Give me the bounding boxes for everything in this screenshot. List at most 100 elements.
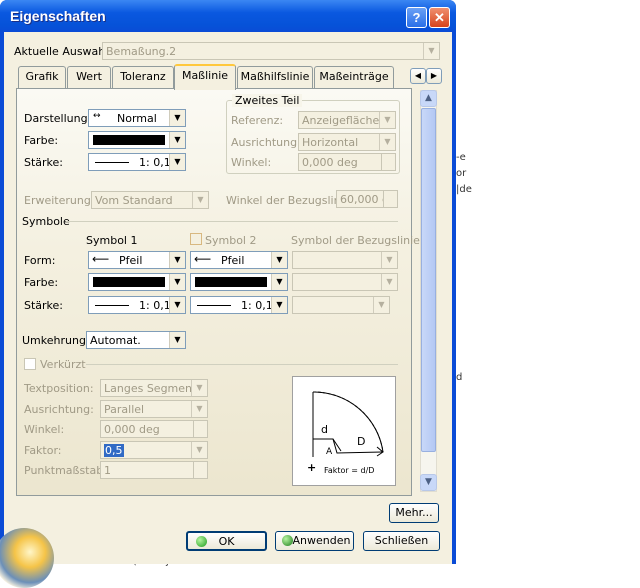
chevron-down-icon: ▼ xyxy=(381,274,397,290)
punktmassstab-input: 1 xyxy=(100,461,208,479)
ok-button[interactable]: OK xyxy=(186,531,267,551)
verkuerzt-ausrichtung-label: Ausrichtung: xyxy=(24,403,94,416)
background-text: d xyxy=(456,372,463,383)
ausrichtung-label: Ausrichtung: xyxy=(231,136,301,149)
darstellung-combo[interactable]: ↔ Normal ▼ xyxy=(88,109,186,127)
umkehrung-value: Automat. xyxy=(90,334,141,347)
form2-combo[interactable]: ⟵ Pfeil ▼ xyxy=(190,251,288,269)
line-thickness-icon xyxy=(95,162,129,163)
arrow-icon: ⟵ xyxy=(194,252,212,266)
close-button[interactable]: Schließen xyxy=(363,531,440,551)
farbe2-combo[interactable]: ▼ xyxy=(190,273,288,291)
foreshortening-diagram: d A D + Faktor = d/D xyxy=(292,376,396,486)
diagram-D-label: D xyxy=(357,435,366,448)
form1-combo[interactable]: ⟵ Pfeil ▼ xyxy=(88,251,186,269)
selection-value: Bemaßung.2 xyxy=(106,45,177,58)
farbe-combo[interactable]: ▼ xyxy=(88,131,186,149)
chevron-down-icon: ▼ xyxy=(379,112,395,128)
chevron-down-icon: ▼ xyxy=(191,380,207,396)
staerke2-combo[interactable]: 1: 0,1 ▼ xyxy=(190,296,288,314)
punktmassstab-label: Punktmaßstab: xyxy=(24,464,107,477)
faktor-label: Faktor: xyxy=(24,444,62,457)
chevron-down-icon: ▼ xyxy=(169,297,185,313)
symbol-farbe-label: Farbe: xyxy=(24,276,59,289)
tab-masslinie[interactable]: Maßlinie xyxy=(174,64,236,90)
divider xyxy=(86,364,398,365)
close-window-button[interactable]: ✕ xyxy=(429,7,450,28)
green-light-icon xyxy=(196,536,207,547)
verkuerzt-checkbox[interactable] xyxy=(24,358,36,370)
bezugslinie-label: Winkel der Bezugslinie: xyxy=(226,194,355,207)
farbe-label: Farbe: xyxy=(24,134,59,147)
tab-wert[interactable]: Wert xyxy=(67,66,111,88)
tab-masseintraege[interactable]: Maßeinträge xyxy=(314,66,394,88)
line-thickness-icon xyxy=(197,305,231,306)
farbe1-combo[interactable]: ▼ xyxy=(88,273,186,291)
textposition-label: Textposition: xyxy=(24,382,94,395)
symbol-staerke-label: Stärke: xyxy=(24,299,64,312)
verkuerzt-ausrichtung-value: Parallel xyxy=(104,403,145,416)
help-button[interactable]: ? xyxy=(406,7,427,28)
chevron-down-icon: ▼ xyxy=(381,252,397,268)
tab-masshilfslinie[interactable]: Maßhilfslinie xyxy=(237,66,313,88)
darstellung-value: Normal xyxy=(117,112,157,125)
umkehrung-combo[interactable]: Automat. ▼ xyxy=(86,331,186,349)
background-text: or xyxy=(456,168,467,179)
symbole-title: Symbole xyxy=(22,215,70,228)
divider xyxy=(66,221,398,222)
color-swatch xyxy=(195,277,267,287)
spinner-icon xyxy=(193,421,207,437)
scroll-up-button[interactable]: ▲ xyxy=(420,90,437,107)
tab-grafik[interactable]: Grafik xyxy=(18,66,66,88)
selection-combo: Bemaßung.2 ▼ xyxy=(102,42,440,60)
erweiterung-combo: Vom Standard ▼ xyxy=(91,191,209,209)
green-light-icon xyxy=(282,535,293,546)
form2-value: Pfeil xyxy=(221,254,245,267)
staerke3-combo: ▼ xyxy=(292,296,390,314)
apply-button[interactable]: Anwenden xyxy=(275,531,354,551)
staerke-label: Stärke: xyxy=(24,156,64,169)
color-swatch xyxy=(93,135,165,145)
scroll-down-button[interactable]: ▼ xyxy=(420,474,437,491)
chevron-down-icon: ▼ xyxy=(379,134,395,150)
verkuerzt-winkel-value: 0,000 deg xyxy=(104,423,160,436)
tab-scroll-left-button[interactable]: ◀ xyxy=(410,68,426,84)
ausrichtung-combo: Horizontal ▼ xyxy=(298,133,396,151)
chevron-down-icon: ▼ xyxy=(423,43,439,59)
window-title: Eigenschaften xyxy=(10,8,106,24)
verkuerzt-winkel-input: 0,000 deg xyxy=(100,420,208,438)
dimension-line-icon: ↔ xyxy=(93,111,101,121)
chevron-down-icon: ▼ xyxy=(169,110,185,126)
chevron-down-icon: ▼ xyxy=(169,274,185,290)
verkuerzt-winkel-label: Winkel: xyxy=(24,423,65,436)
chevron-down-icon: ▼ xyxy=(271,274,287,290)
symbol2-checkbox xyxy=(190,233,202,245)
form3-combo: ▼ xyxy=(292,251,398,269)
chevron-down-icon: ▼ xyxy=(191,442,207,458)
staerke-value: 1: 0,1 xyxy=(139,156,171,169)
verkuerzt-ausrichtung-combo: Parallel ▼ xyxy=(100,400,208,418)
bezugslinie-value: 60,000 d xyxy=(340,193,389,206)
referenz-combo: Anzeigefläche ▼ xyxy=(298,111,396,129)
zweites-teil-title: Zweites Teil xyxy=(232,94,303,107)
tab-scroll-right-button[interactable]: ▶ xyxy=(426,68,442,84)
tab-toleranz[interactable]: Toleranz xyxy=(112,66,174,88)
diagram-a-label: A xyxy=(326,447,333,457)
form1-value: Pfeil xyxy=(119,254,143,267)
staerke-combo[interactable]: 1: 0,1 ▼ xyxy=(88,153,186,171)
staerke1-combo[interactable]: 1: 0,1 ▼ xyxy=(88,296,186,314)
umkehrung-label: Umkehrung: xyxy=(22,334,90,347)
punktmassstab-value: 1 xyxy=(104,464,111,477)
ok-label: OK xyxy=(218,535,235,548)
darstellung-label: Darstellung: xyxy=(24,112,92,125)
scroll-thumb[interactable] xyxy=(421,108,436,452)
more-button[interactable]: Mehr... xyxy=(389,503,439,523)
winkel-input: 0,000 deg xyxy=(298,153,396,171)
chevron-down-icon: ▼ xyxy=(169,132,185,148)
color-swatch xyxy=(93,277,165,287)
chevron-down-icon: ▼ xyxy=(169,332,185,348)
symbol1-header: Symbol 1 xyxy=(86,234,138,247)
title-bar[interactable]: Eigenschaften ? ✕ xyxy=(0,0,456,32)
form-label: Form: xyxy=(24,254,56,267)
winkel-label: Winkel: xyxy=(231,156,272,169)
